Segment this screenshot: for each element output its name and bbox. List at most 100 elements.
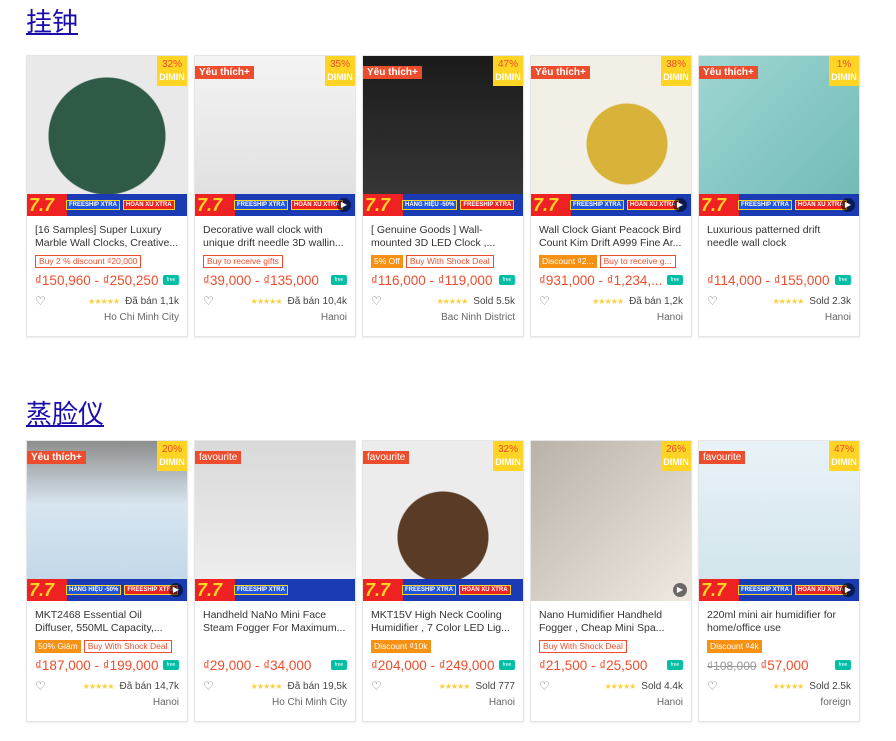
seller-location: Hanoi	[656, 312, 683, 323]
section-title[interactable]: 蒸脸仪	[26, 402, 104, 428]
price-row: ₫931,000 - ₫1,234,... free	[531, 268, 691, 288]
section-2: 蒸脸仪 Yêu thích+ 20% DIMIN 7.7 HÀNG HIỆU -5…	[26, 402, 860, 722]
product-card[interactable]: 26% DIMIN ▶ Nano Humidifier Handheld Fogg…	[530, 440, 692, 722]
product-name[interactable]: Handheld NaNo Mini Face Steam Fogger For…	[195, 601, 355, 637]
heart-icon[interactable]: ♡	[707, 294, 718, 308]
rating-stars: ★★★★★	[772, 296, 804, 306]
product-image[interactable]: Yêu thích+ 38% DIMIN 7.7 FREESHIP XTRA HOÀ…	[531, 56, 691, 216]
product-card[interactable]: Yêu thích+ 35% DIMIN 7.7 FREESHIP XTRA HOÀ…	[194, 55, 356, 337]
promo-chip: FREESHIP XTRA	[234, 200, 288, 210]
sold-count: Đã bán 1,1k	[125, 295, 179, 307]
price-row: ₫187,000 - ₫199,000 free	[27, 653, 187, 673]
promo-chip: FREESHIP XTRA	[402, 585, 456, 595]
product-name[interactable]: Luxurious patterned drift needle wall cl…	[699, 216, 859, 252]
heart-icon[interactable]: ♡	[35, 679, 46, 693]
discount-percent: 35%	[329, 59, 350, 70]
rating-stars: ★★★★★	[88, 296, 120, 306]
product-card[interactable]: Yêu thích+ 38% DIMIN 7.7 FREESHIP XTRA HOÀ…	[530, 55, 692, 337]
discount-label: DIMIN	[159, 72, 185, 82]
discount-percent: 32%	[161, 59, 182, 70]
price-row: ₫29,000 - ₫34,000 free	[195, 653, 355, 673]
price: ₫150,960 - ₫250,250	[35, 273, 158, 288]
price: ₫39,000 - ₫135,000	[203, 273, 319, 288]
shop-tag-badge: favourite	[363, 451, 410, 464]
current-price: ₫114,000 - ₫155,000	[707, 272, 830, 288]
product-name[interactable]: Wall Clock Giant Peacock Bird Count Kim …	[531, 216, 691, 252]
product-image[interactable]: favourite 7.7 FREESHIP XTRA	[195, 441, 355, 601]
play-video-icon[interactable]: ▶	[337, 198, 351, 212]
price-row: ₫150,960 - ₫250,250 free	[27, 268, 187, 288]
discount-label: DIMIN	[327, 72, 353, 82]
play-video-icon[interactable]: ▶	[169, 583, 183, 597]
product-name[interactable]: 220ml mini air humidifier for home/offic…	[699, 601, 859, 637]
product-image[interactable]: Yêu thích+ 47% DIMIN 7.7 HÀNG HIỆU -50% FR…	[363, 56, 523, 216]
heart-icon[interactable]: ♡	[539, 679, 550, 693]
heart-icon[interactable]: ♡	[371, 679, 382, 693]
promo-badge: 50% Giảm	[35, 640, 81, 653]
product-image[interactable]: favourite 32% DIMIN 7.7 FREESHIP XTRA HOÀN…	[363, 441, 523, 601]
play-video-icon[interactable]: ▶	[673, 198, 687, 212]
product-card[interactable]: favourite 47% DIMIN 7.7 FREESHIP XTRA HOÀN…	[698, 440, 860, 722]
seller-location: foreign	[820, 697, 851, 708]
shop-tag-badge: Yêu thích+	[531, 66, 590, 79]
product-image[interactable]: 26% DIMIN ▶	[531, 441, 691, 601]
product-image[interactable]: favourite 47% DIMIN 7.7 FREESHIP XTRA HOÀN…	[699, 441, 859, 601]
product-image[interactable]: Yêu thích+ 20% DIMIN 7.7 HÀNG HIỆU -50% FR…	[27, 441, 187, 601]
product-name[interactable]: [16 Samples] Super Luxury Marble Wall Cl…	[27, 216, 187, 252]
heart-icon[interactable]: ♡	[539, 294, 550, 308]
play-video-icon[interactable]: ▶	[841, 198, 855, 212]
badge-row	[699, 252, 859, 268]
heart-icon[interactable]: ♡	[707, 679, 718, 693]
promo-badge: Discount ₫2...	[539, 255, 597, 268]
free-shipping-icon: free	[163, 275, 179, 285]
product-image[interactable]: Yêu thích+ 1% DIMIN 7.7 FREESHIP XTRA HOÀN…	[699, 56, 859, 216]
sold-count: Sold 2.5k	[809, 680, 851, 692]
rating-stars: ★★★★★	[604, 681, 636, 691]
section-title[interactable]: 挂钟	[26, 10, 78, 36]
promo-badge: 5% Off	[371, 255, 403, 268]
heart-icon[interactable]: ♡	[35, 294, 46, 308]
product-image[interactable]: 32% DIMIN 7.7 FREESHIP XTRA HOÀN XU XTRA	[27, 56, 187, 216]
price: ₫187,000 - ₫199,000	[35, 658, 158, 673]
seller-location: Hanoi	[152, 697, 179, 708]
discount-label: DIMIN	[831, 457, 857, 467]
product-card[interactable]: Yêu thích+ 1% DIMIN 7.7 FREESHIP XTRA HOÀN…	[698, 55, 860, 337]
discount-badge: 20% DIMIN	[157, 441, 187, 471]
product-image[interactable]: Yêu thích+ 35% DIMIN 7.7 FREESHIP XTRA HOÀ…	[195, 56, 355, 216]
meta-row: ♡ ★★★★★ Sold 2.5k	[699, 673, 859, 693]
discount-badge: 47% DIMIN	[829, 441, 859, 471]
product-name[interactable]: MKT2468 Essential Oil Diffuser, 550ML Ca…	[27, 601, 187, 637]
rating-stars: ★★★★★	[250, 681, 283, 691]
current-price: ₫204,000 - ₫249,000	[371, 657, 495, 673]
product-card[interactable]: 32% DIMIN 7.7 FREESHIP XTRA HOÀN XU XTRA […	[26, 55, 188, 337]
rating-stars: ★★★★★	[436, 296, 468, 306]
shop-tag-badge: favourite	[195, 451, 242, 464]
product-name[interactable]: MKT15V High Neck Cooling Humidifier , 7 …	[363, 601, 523, 637]
heart-icon[interactable]: ♡	[203, 679, 214, 693]
product-card[interactable]: favourite 7.7 FREESHIP XTRA Handheld NaN…	[194, 440, 356, 722]
current-price: ₫187,000 - ₫199,000	[35, 657, 159, 673]
discount-label: DIMIN	[663, 457, 689, 467]
sold-count: Sold 4.4k	[641, 680, 683, 692]
promo-77-label: 7.7	[533, 195, 559, 215]
play-video-icon[interactable]: ▶	[841, 583, 855, 597]
product-name[interactable]: [ Genuine Goods ] Wall-mounted 3D LED Cl…	[363, 216, 523, 252]
free-shipping-icon: free	[835, 660, 851, 670]
product-card[interactable]: Yêu thích+ 47% DIMIN 7.7 HÀNG HIỆU -50% FR…	[362, 55, 524, 337]
heart-icon[interactable]: ♡	[203, 294, 214, 308]
discount-percent: 47%	[497, 59, 518, 70]
product-card[interactable]: favourite 32% DIMIN 7.7 FREESHIP XTRA HOÀN…	[362, 440, 524, 722]
free-shipping-icon: free	[499, 275, 515, 285]
discount-label: DIMIN	[495, 72, 521, 82]
promo-chip: HOÀN XU XTRA	[122, 200, 175, 210]
price-row: ₫39,000 - ₫135,000 free	[195, 268, 355, 288]
price-row: ₫114,000 - ₫155,000 free	[699, 268, 859, 288]
product-name[interactable]: Nano Humidifier Handheld Fogger , Cheap …	[531, 601, 691, 637]
promo-77-label: 7.7	[701, 580, 727, 600]
product-name[interactable]: Decorative wall clock with unique drift …	[195, 216, 355, 252]
price: ₫108,000 ₫57,000	[707, 658, 809, 673]
product-card[interactable]: Yêu thích+ 20% DIMIN 7.7 HÀNG HIỆU -50% FR…	[26, 440, 188, 722]
play-video-icon[interactable]: ▶	[673, 583, 687, 597]
heart-icon[interactable]: ♡	[371, 294, 382, 308]
discount-badge: 35% DIMIN	[325, 56, 355, 86]
